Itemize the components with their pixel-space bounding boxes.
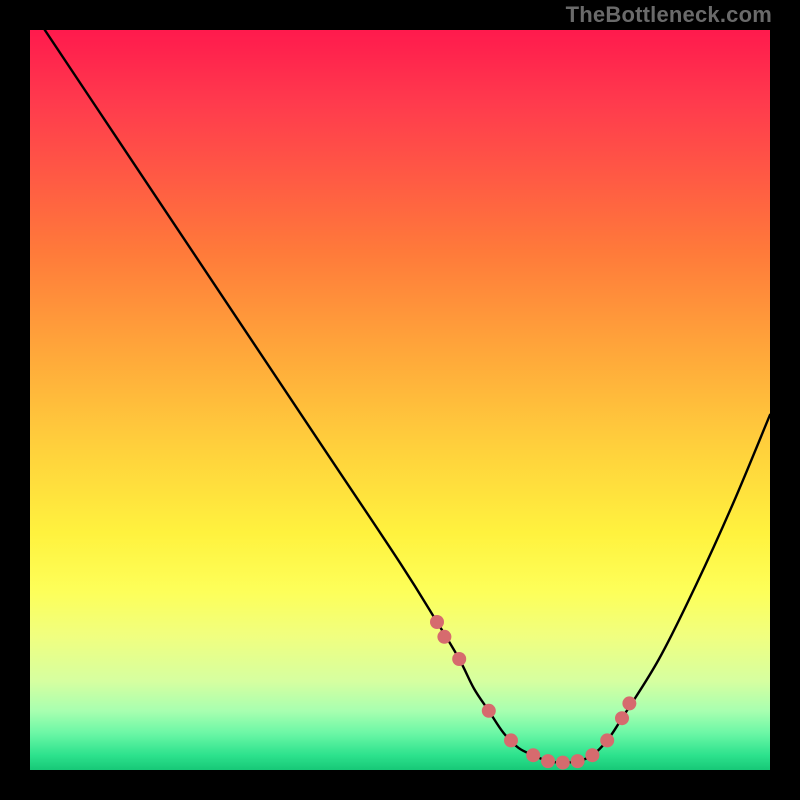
highlight-point — [452, 652, 466, 666]
highlight-point — [556, 756, 570, 770]
curve-svg — [30, 30, 770, 770]
highlight-point — [615, 711, 629, 725]
highlight-point — [571, 754, 585, 768]
highlight-point — [504, 733, 518, 747]
plot-area — [30, 30, 770, 770]
highlight-point — [541, 754, 555, 768]
chart-frame: TheBottleneck.com — [0, 0, 800, 800]
highlight-point — [526, 748, 540, 762]
highlight-points — [430, 615, 636, 770]
highlight-point — [600, 733, 614, 747]
highlight-point — [437, 630, 451, 644]
highlight-point — [622, 696, 636, 710]
highlight-point — [482, 704, 496, 718]
bottleneck-curve — [45, 30, 770, 763]
highlight-point — [585, 748, 599, 762]
watermark-text: TheBottleneck.com — [566, 2, 772, 28]
highlight-point — [430, 615, 444, 629]
